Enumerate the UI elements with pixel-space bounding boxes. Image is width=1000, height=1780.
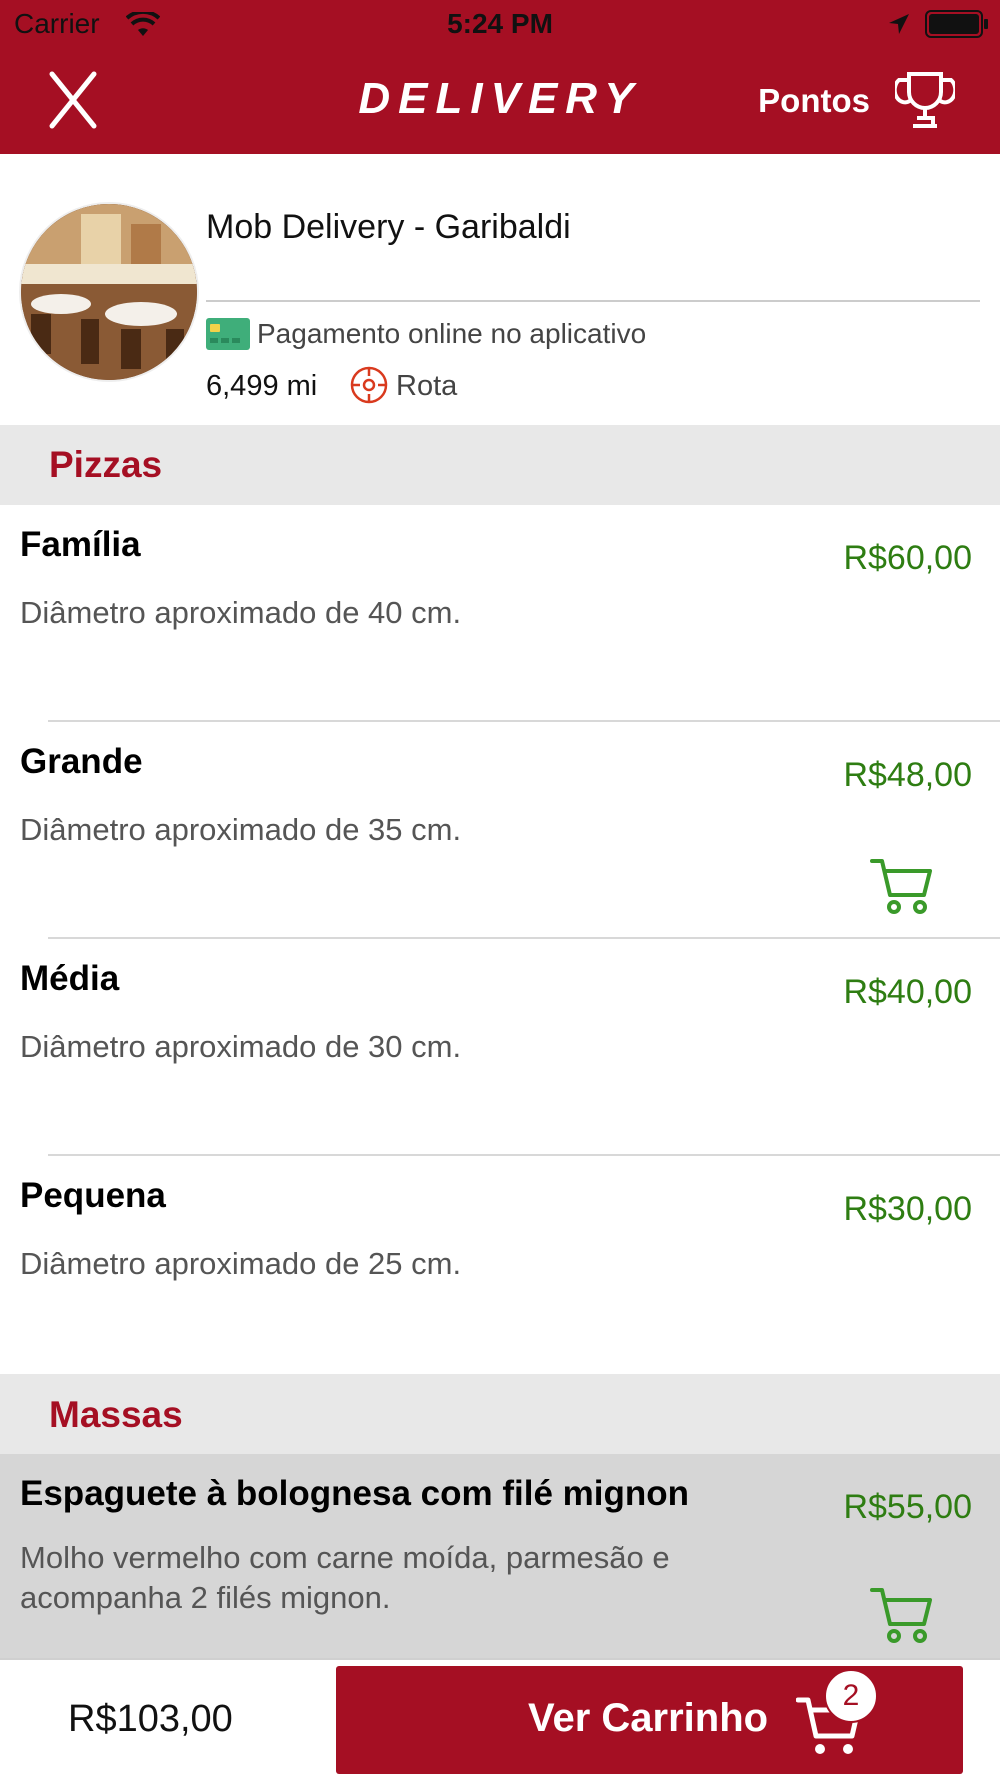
item-description: Molho vermelho com carne moída, parmesão… [20,1540,670,1615]
item-price: R$40,00 [843,973,972,1011]
item-name: Pequena [20,1176,166,1215]
menu-item[interactable]: Média Diâmetro aproximado de 30 cm. R$40… [0,939,1000,1156]
trophy-icon[interactable] [892,70,958,137]
item-price: R$60,00 [843,539,972,577]
item-description: Diâmetro aproximado de 35 cm. [20,812,462,847]
credit-card-icon [206,318,250,355]
item-name: Espaguete à bolognesa com filé mignon [20,1474,689,1513]
add-to-cart-icon[interactable] [870,1586,934,1646]
item-price: R$55,00 [843,1488,972,1526]
route-target-icon[interactable] [349,365,389,410]
section-header-massas: Massas [0,1374,1000,1454]
section-title: Massas [49,1394,183,1435]
item-name: Grande [20,742,143,781]
battery-icon [925,10,989,43]
item-description: Diâmetro aproximado de 40 cm. [20,595,462,630]
item-price: R$30,00 [843,1190,972,1228]
points-button[interactable]: Pontos [758,82,870,120]
item-name: Família [20,525,141,564]
divider [206,300,980,302]
menu-item[interactable]: Grande Diâmetro aproximado de 35 cm. R$4… [0,722,1000,939]
item-description: Diâmetro aproximado de 30 cm. [20,1029,462,1064]
location-arrow-icon [887,12,911,41]
add-to-cart-icon[interactable] [870,857,934,917]
section-title: Pizzas [49,444,163,485]
section-header-pizzas: Pizzas [0,425,1000,505]
view-cart-label: Ver Carrinho [528,1696,769,1740]
item-description: Diâmetro aproximado de 25 cm. [20,1246,462,1281]
clock: 5:24 PM [447,8,553,39]
restaurant-avatar [19,202,199,382]
cart-total: R$103,00 [68,1698,233,1740]
menu-item[interactable]: Pequena Diâmetro aproximado de 25 cm. R$… [0,1156,1000,1374]
header: Carrier 5:24 PM DELIVERY Pontos [0,0,1000,154]
restaurant-name: Mob Delivery - Garibaldi [206,208,571,246]
menu-item[interactable]: Espaguete à bolognesa com filé mignon Mo… [0,1454,1000,1658]
distance-label: 6,499 mi [206,370,318,402]
menu-item[interactable]: Família Diâmetro aproximado de 40 cm. R$… [0,505,1000,722]
bottom-bar: R$103,00 Ver Carrinho 2 [0,1658,1000,1780]
view-cart-button[interactable]: Ver Carrinho 2 [336,1666,963,1774]
item-name: Média [20,959,120,998]
route-link[interactable]: Rota [396,370,457,403]
payment-label: Pagamento online no aplicativo [257,318,647,349]
cart-count-badge: 2 [824,1669,878,1723]
item-price: R$48,00 [843,756,972,794]
